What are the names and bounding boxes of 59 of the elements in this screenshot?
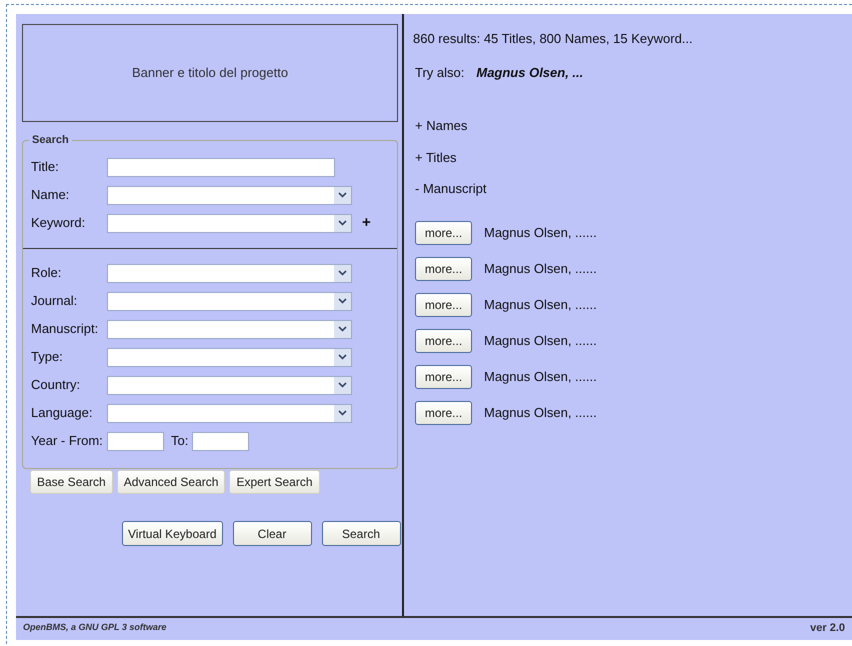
search-legend: Search <box>29 132 72 148</box>
more-button[interactable]: more... <box>415 400 472 424</box>
version-label: ver 2.0 <box>810 620 845 636</box>
dropdown-field[interactable] <box>107 320 352 338</box>
dropdown-field[interactable] <box>107 292 352 310</box>
result-group-toggle[interactable]: + Titles <box>415 148 457 167</box>
field-label: Title: <box>31 158 60 176</box>
suggestion-link[interactable]: Magnus Olsen, ... <box>476 62 584 82</box>
search-mode-tab[interactable]: Base Search <box>30 470 113 494</box>
dropdown-field[interactable] <box>107 186 352 204</box>
dropdown-field[interactable] <box>107 404 352 422</box>
chevron-down-icon <box>338 382 347 388</box>
more-button[interactable]: more... <box>415 328 472 352</box>
result-entry: Magnus Olsen, ...... <box>484 368 597 386</box>
footer-credit: OpenBMS, a GNU GPL 3 software <box>23 621 166 634</box>
text-field[interactable] <box>107 158 335 176</box>
result-entry: Magnus Olsen, ...... <box>484 224 597 242</box>
chevron-down-icon <box>338 410 347 416</box>
chevron-down-icon <box>338 220 347 226</box>
field-label: Type: <box>31 348 64 366</box>
add-keyword-button[interactable]: + <box>362 212 371 234</box>
more-button[interactable]: more... <box>415 292 472 316</box>
dropdown-field[interactable] <box>107 376 352 394</box>
action-button[interactable]: Virtual Keyboard <box>122 521 222 546</box>
year-from-field[interactable] <box>107 432 164 450</box>
try-also-label: Try also: <box>415 64 464 82</box>
result-group-toggle[interactable]: - Manuscript <box>415 179 487 198</box>
chevron-down-icon <box>338 326 347 332</box>
chevron-down-icon <box>338 354 347 360</box>
dropdown-field[interactable] <box>107 264 352 282</box>
field-label: Role: <box>31 264 62 282</box>
dropdown-field[interactable] <box>107 348 352 366</box>
more-button[interactable]: more... <box>415 364 472 388</box>
action-button[interactable]: Clear <box>232 521 312 546</box>
field-label: Journal: <box>31 292 78 310</box>
field-label: Year - From: <box>31 432 104 450</box>
result-entry: Magnus Olsen, ...... <box>484 404 597 422</box>
result-entry: Magnus Olsen, ...... <box>484 260 597 278</box>
chevron-down-icon <box>338 298 347 304</box>
field-label: Country: <box>31 376 82 394</box>
dropdown-field[interactable] <box>107 214 352 232</box>
field-label: Manuscript: <box>31 320 100 338</box>
field-label: Keyword: <box>31 214 86 232</box>
field-label: Name: <box>31 186 70 204</box>
more-button[interactable]: more... <box>415 220 472 244</box>
search-mode-tab[interactable]: Advanced Search <box>116 470 226 494</box>
more-button[interactable]: more... <box>415 256 472 280</box>
field-label: Language: <box>31 404 94 422</box>
search-mode-tab[interactable]: Expert Search <box>229 470 320 494</box>
result-entry: Magnus Olsen, ...... <box>484 332 597 350</box>
result-entry: Magnus Olsen, ...... <box>484 296 597 314</box>
year-to-field[interactable] <box>192 432 250 450</box>
chevron-down-icon <box>338 270 347 276</box>
action-button[interactable]: Search <box>322 521 400 546</box>
chevron-down-icon <box>338 192 347 198</box>
results-summary: 860 results: 45 Titles, 800 Names, 15 Keyword... <box>413 30 694 48</box>
result-group-toggle[interactable]: + Names <box>415 116 468 136</box>
field-label: To: <box>171 432 188 450</box>
banner-title: Banner e titolo del progetto <box>132 64 288 82</box>
